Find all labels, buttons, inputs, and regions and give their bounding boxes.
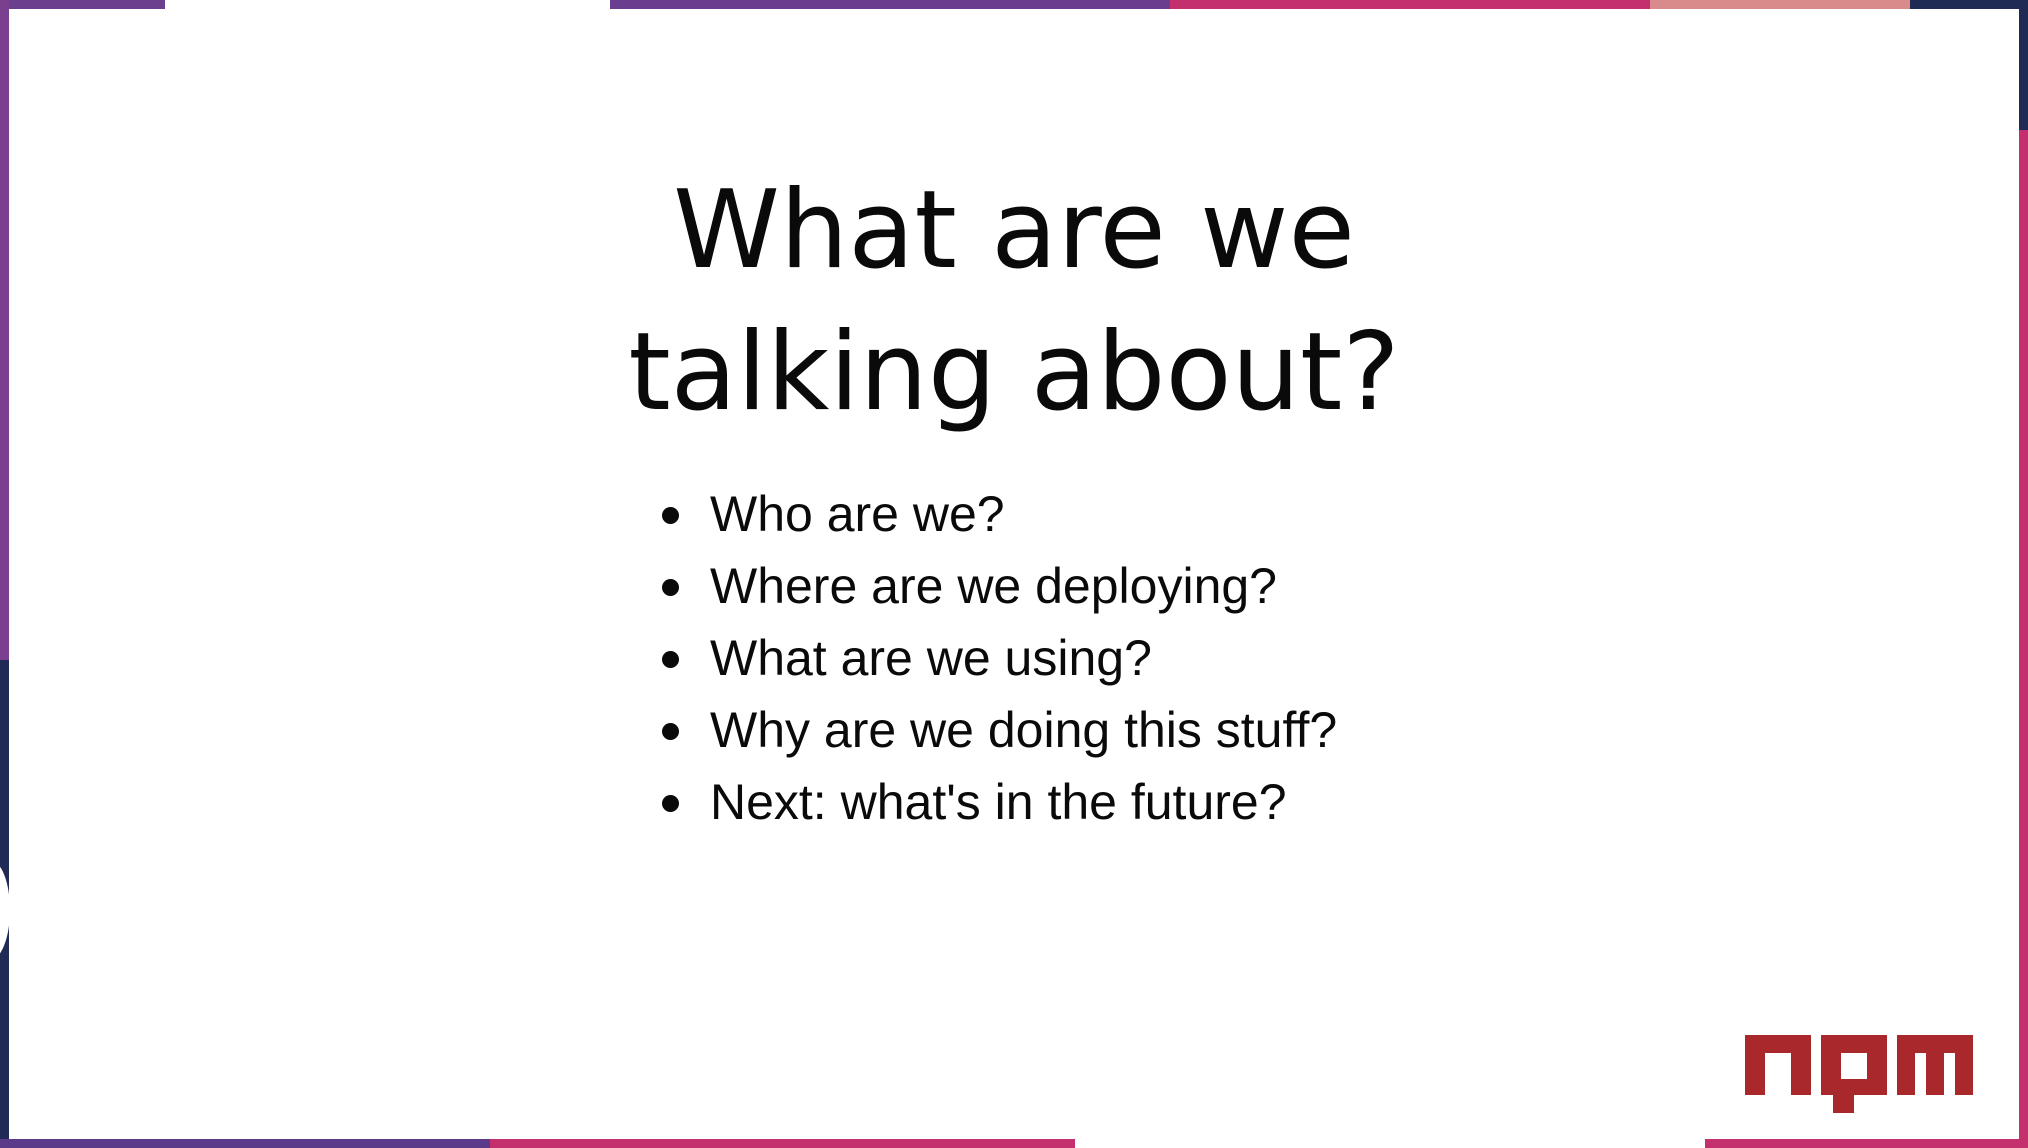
bullet-text: Where are we deploying? <box>710 558 1277 614</box>
border-strip-top <box>610 0 1170 9</box>
bullet-item: Who are we? <box>660 478 1337 550</box>
border-strip-top <box>1910 0 2028 9</box>
bullet-dot-icon <box>662 651 679 668</box>
bullet-dot-icon <box>662 579 679 596</box>
border-strip-top <box>1650 0 1910 9</box>
border-strip-top <box>0 0 165 9</box>
border-strip-bottom <box>490 1139 1075 1148</box>
bullet-dot-icon <box>662 795 679 812</box>
npm-logo-icon <box>1745 1035 1973 1113</box>
bullet-text: Why are we doing this stuff? <box>710 702 1338 758</box>
bullet-item: Why are we doing this stuff? <box>660 694 1337 766</box>
bullet-dot-icon <box>662 723 679 740</box>
bullet-item: What are we using? <box>660 622 1337 694</box>
border-strip-bottom <box>1705 1139 2028 1148</box>
bullet-text: Who are we? <box>710 486 1005 542</box>
slide: What are we talking about? Who are we? W… <box>0 0 2028 1148</box>
bullet-dot-icon <box>662 507 679 524</box>
bullet-text: Next: what's in the future? <box>710 774 1287 830</box>
border-strip-bottom <box>0 1139 490 1148</box>
bullet-item: Next: what's in the future? <box>660 766 1337 838</box>
slide-title-line: What are we <box>673 168 1355 293</box>
border-strip-right <box>2019 0 2028 130</box>
bullet-text: What are we using? <box>710 630 1152 686</box>
border-strip-top <box>1170 0 1650 9</box>
bullet-list: Who are we? Where are we deploying? What… <box>660 478 1337 838</box>
slide-title: What are we talking about? <box>0 160 2028 444</box>
slide-title-line: talking about? <box>628 310 1400 435</box>
bullet-item: Where are we deploying? <box>660 550 1337 622</box>
